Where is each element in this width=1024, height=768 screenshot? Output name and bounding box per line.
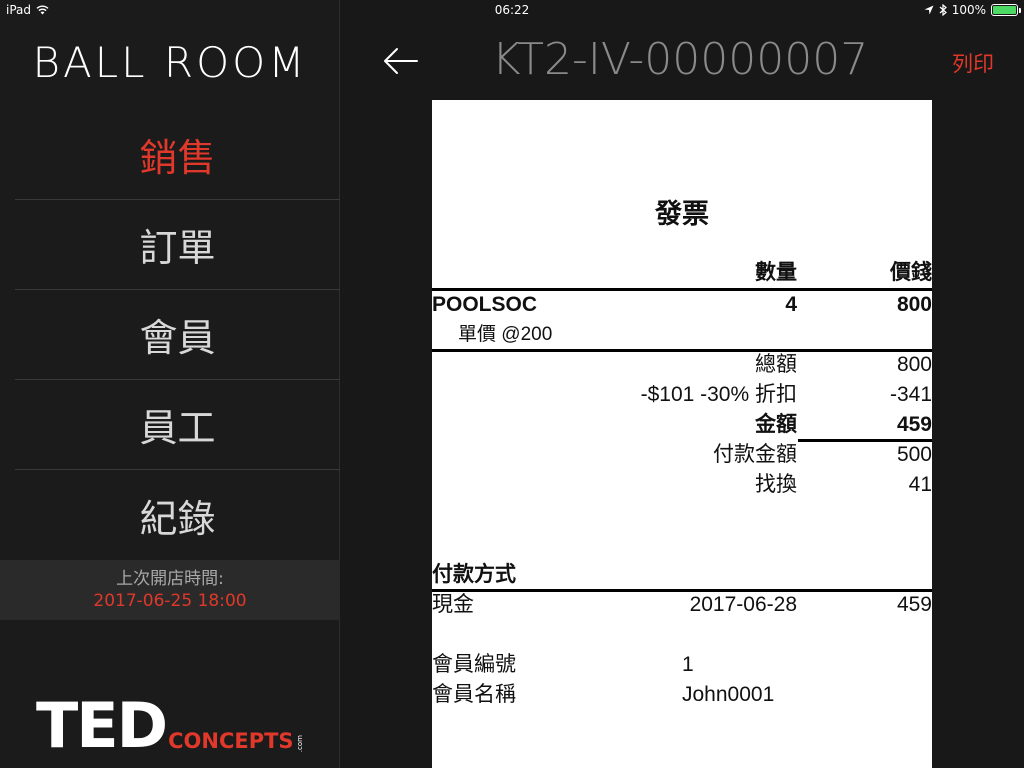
discount-value: -341 xyxy=(889,383,932,406)
unit-price-row: 單價 @200 xyxy=(432,320,932,350)
bluetooth-icon xyxy=(939,4,947,16)
unit-price: 單價 @200 xyxy=(458,324,553,345)
qty-header: 數量 xyxy=(755,261,797,284)
member-no-value: 1 xyxy=(682,653,694,676)
paid-value: 500 xyxy=(896,443,932,466)
change-label: 找換 xyxy=(755,473,797,496)
paid-label: 付款金額 xyxy=(713,443,797,466)
sidebar-item-sales[interactable]: 銷售 xyxy=(15,110,340,200)
location-arrow-icon xyxy=(924,5,934,15)
subtotal-label: 總額 xyxy=(755,353,797,376)
status-time: 06:22 xyxy=(494,3,530,17)
total-label: 金額 xyxy=(755,413,797,436)
print-button[interactable]: 列印 xyxy=(952,48,994,78)
battery-icon xyxy=(991,4,1021,16)
sidebar-item-staff[interactable]: 員工 xyxy=(15,380,340,470)
last-open-time: 2017-06-25 18:00 xyxy=(93,591,247,611)
payment-heading: 付款方式 xyxy=(432,563,516,586)
member-no-row: 會員編號 1 xyxy=(432,650,932,680)
member-name-row: 會員名稱 John0001 xyxy=(432,680,932,710)
paid-row: 付款金額 500 xyxy=(432,440,932,470)
sidebar-item-orders[interactable]: 訂單 xyxy=(15,200,340,290)
brand-concepts: CONCEPTS xyxy=(168,729,294,753)
price-header: 價錢 xyxy=(890,261,932,284)
change-row: 找換 41 xyxy=(432,470,932,500)
item-name: POOLSOC xyxy=(432,293,538,316)
sidebar-item-records[interactable]: 紀錄 xyxy=(15,470,340,560)
change-value: 41 xyxy=(908,473,932,496)
last-open-panel: 上次開店時間: 2017-06-25 18:00 xyxy=(0,560,340,620)
item-price: 800 xyxy=(896,293,932,316)
receipt-header-row: 數量 價錢 xyxy=(432,258,932,288)
member-name-label: 會員名稱 xyxy=(432,683,516,706)
payment-row: 現金 2017-06-28 459 xyxy=(432,590,932,620)
app-logo: BALL ROOM xyxy=(32,38,308,87)
total-row: 金額 459 xyxy=(432,410,932,440)
brand-dotcom: .com xyxy=(295,734,304,752)
member-name-value: John0001 xyxy=(682,683,775,706)
brand-logo: TED CONCEPTS .com xyxy=(36,689,304,762)
battery-level xyxy=(993,6,1016,14)
sidebar-menu: 銷售 訂單 會員 員工 紀錄 xyxy=(15,110,340,560)
invoice-number-title: KT2-IV-00000007 xyxy=(491,34,869,85)
payment-amount: 459 xyxy=(896,593,932,616)
subtotal-value: 800 xyxy=(896,353,932,376)
payment-heading-row: 付款方式 xyxy=(432,560,932,590)
discount-label: -$101 -30% 折扣 xyxy=(640,383,797,406)
status-right: 100% xyxy=(924,3,1021,17)
payment-method: 現金 xyxy=(432,593,474,616)
line-item-row: POOLSOC 4 800 xyxy=(432,290,932,320)
receipt-title: 發票 xyxy=(655,199,709,229)
sidebar-item-members[interactable]: 會員 xyxy=(15,290,340,380)
arrow-left-icon xyxy=(384,48,418,74)
payment-date: 2017-06-28 xyxy=(689,593,797,616)
sidebar: BALL ROOM 銷售 訂單 會員 員工 紀錄 上次開店時間: 2017-06… xyxy=(0,0,340,768)
subtotal-row: 總額 800 xyxy=(432,350,932,380)
battery-percent: 100% xyxy=(951,3,986,17)
invoice-receipt: 發票 數量 價錢 POOLSOC 4 800 單價 @200 總額 800 -$… xyxy=(432,100,932,768)
member-no-label: 會員編號 xyxy=(432,653,516,676)
status-bar: iPad 06:22 100% xyxy=(0,0,1024,20)
last-open-label: 上次開店時間: xyxy=(116,569,224,589)
total-value: 459 xyxy=(896,413,932,436)
back-button[interactable] xyxy=(382,42,420,80)
discount-row: -$101 -30% 折扣 -341 xyxy=(432,380,932,410)
brand-ted: TED xyxy=(36,689,168,762)
item-qty: 4 xyxy=(785,293,797,316)
